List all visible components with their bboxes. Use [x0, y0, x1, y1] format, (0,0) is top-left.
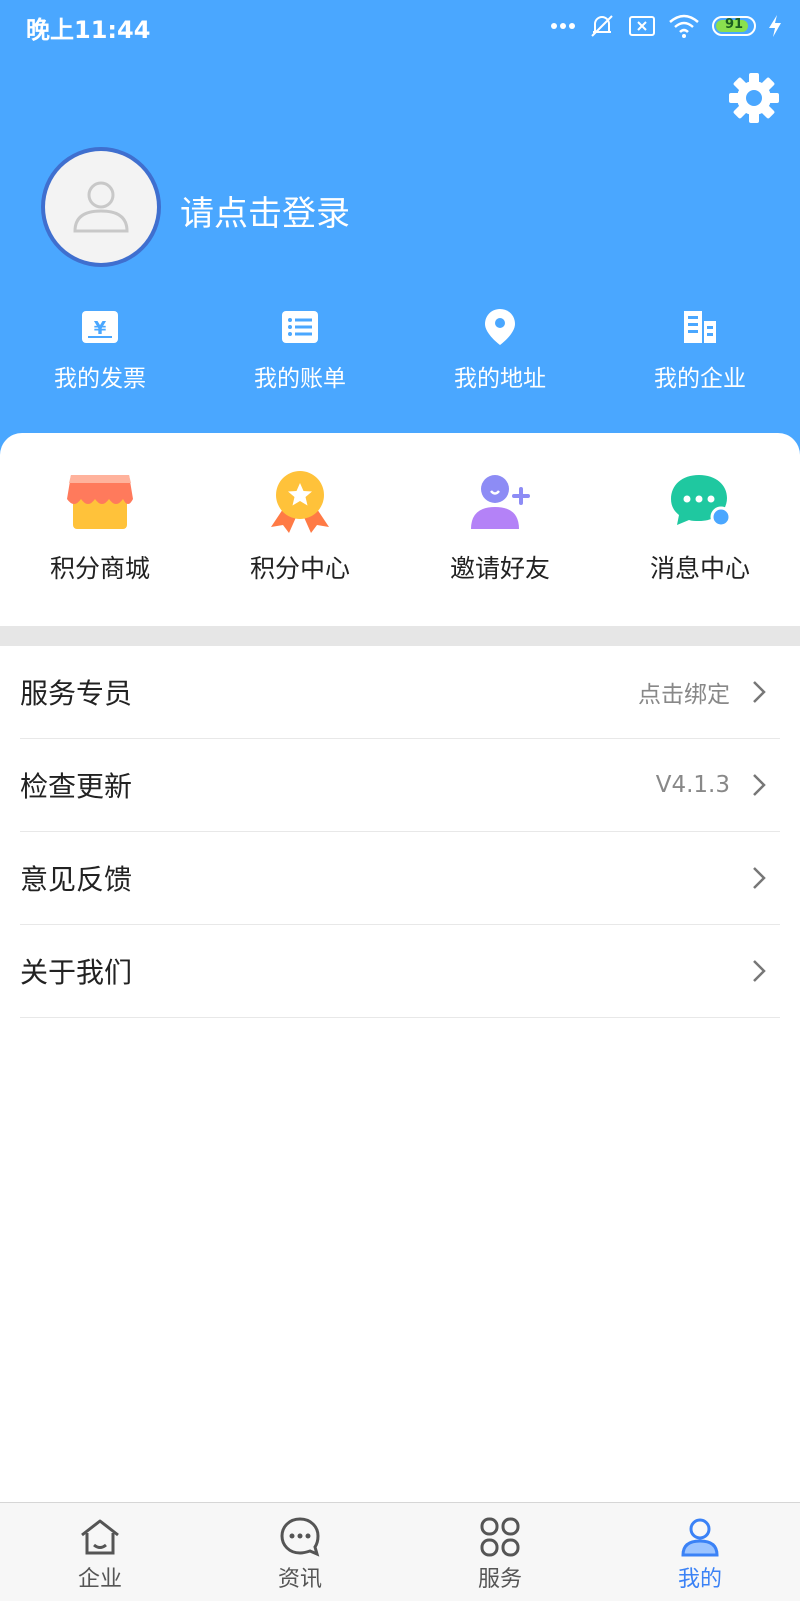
location-pin-icon — [485, 309, 515, 345]
message-icon — [671, 475, 732, 528]
add-friend-icon — [471, 475, 530, 529]
tab-news[interactable]: 资讯 — [200, 1503, 400, 1601]
feature-label: 积分中心 — [249, 554, 350, 583]
quick-action-bill[interactable]: 我的账单 — [200, 305, 400, 393]
quick-action-label: 我的企业 — [654, 366, 746, 392]
chevron-right-icon — [753, 774, 766, 796]
battery-indicator: 91 — [712, 16, 756, 36]
menu-label: 意见反馈 — [20, 863, 133, 896]
status-bar: 晚上11:44 91 — [0, 0, 800, 52]
building-icon — [684, 311, 716, 343]
shop-icon — [67, 475, 133, 529]
quick-action-company[interactable]: 我的企业 — [600, 305, 800, 393]
feature-label: 邀请好友 — [449, 554, 550, 583]
menu-row-about-us[interactable]: 关于我们 — [20, 925, 780, 1018]
version-value: V4.1.3 — [655, 772, 730, 798]
feature-message-center[interactable]: 消息中心 — [600, 469, 800, 585]
tab-label: 企业 — [77, 1567, 122, 1592]
menu-value: 点击绑定 — [638, 682, 730, 708]
profile-header: 晚上11:44 91 请点击登录 ¥ 我的发票 我的账单 我的地址 我的企业 — [0, 0, 800, 470]
menu-label: 关于我们 — [20, 956, 133, 989]
battery-level: 91 — [724, 17, 744, 32]
section-divider — [0, 626, 800, 646]
avatar[interactable] — [41, 147, 161, 267]
chevron-right-icon — [753, 867, 766, 889]
feature-label: 消息中心 — [649, 554, 750, 583]
settings-menu: 服务专员 点击绑定 检查更新 V4.1.3 意见反馈 关于我们 — [0, 646, 800, 1018]
quick-action-label: 我的发票 — [54, 366, 146, 392]
feature-grid: 积分商城 积分中心 邀请好友 消息中心 — [0, 469, 800, 585]
invoice-icon: ¥ — [82, 311, 118, 343]
quick-action-invoice[interactable]: ¥ 我的发票 — [0, 305, 200, 393]
bottom-tab-bar: 企业 资讯 服务 我的 — [0, 1502, 800, 1601]
bill-list-icon — [282, 311, 318, 343]
menu-row-check-update[interactable]: 检查更新 V4.1.3 — [20, 739, 780, 832]
tab-label: 我的 — [677, 1567, 722, 1592]
quick-action-label: 我的地址 — [454, 366, 546, 392]
wifi-icon — [669, 14, 699, 38]
mute-bell-icon — [591, 15, 613, 37]
home-icon — [81, 1519, 119, 1555]
avatar-placeholder — [45, 151, 157, 263]
chat-icon — [280, 1517, 320, 1557]
tab-label: 服务 — [477, 1567, 522, 1592]
status-icons: 91 — [550, 12, 782, 40]
feature-card: 积分商城 积分中心 邀请好友 消息中心 — [0, 433, 800, 626]
default-user-icon — [73, 181, 129, 233]
settings-gear-icon[interactable] — [728, 72, 780, 124]
menu-label: 检查更新 — [20, 770, 133, 803]
feature-label: 积分商城 — [49, 554, 150, 583]
login-prompt[interactable]: 请点击登录 — [180, 186, 350, 235]
charging-bolt-icon — [769, 15, 781, 37]
feature-invite-friends[interactable]: 邀请好友 — [400, 469, 600, 585]
grid-icon — [480, 1517, 520, 1557]
menu-row-service-agent[interactable]: 服务专员 点击绑定 — [20, 646, 780, 739]
menu-label: 服务专员 — [20, 677, 133, 710]
feature-points-center[interactable]: 积分中心 — [200, 469, 400, 585]
quick-actions: ¥ 我的发票 我的账单 我的地址 我的企业 — [0, 305, 800, 393]
medal-icon — [271, 471, 329, 533]
quick-action-address[interactable]: 我的地址 — [400, 305, 600, 393]
tab-services[interactable]: 服务 — [400, 1503, 600, 1601]
chevron-right-icon — [753, 960, 766, 982]
quick-action-label: 我的账单 — [254, 366, 346, 392]
status-time: 晚上11:44 — [26, 16, 151, 44]
sim-x-icon — [629, 16, 655, 36]
chevron-right-icon — [753, 681, 766, 703]
more-dots-icon — [551, 23, 575, 29]
tab-mine[interactable]: 我的 — [600, 1503, 800, 1601]
tab-label: 资讯 — [277, 1567, 322, 1592]
tab-enterprise[interactable]: 企业 — [0, 1503, 200, 1601]
menu-row-feedback[interactable]: 意见反馈 — [20, 832, 780, 925]
svg-text:¥: ¥ — [94, 318, 107, 339]
user-icon — [681, 1518, 719, 1557]
feature-points-mall[interactable]: 积分商城 — [0, 469, 200, 585]
